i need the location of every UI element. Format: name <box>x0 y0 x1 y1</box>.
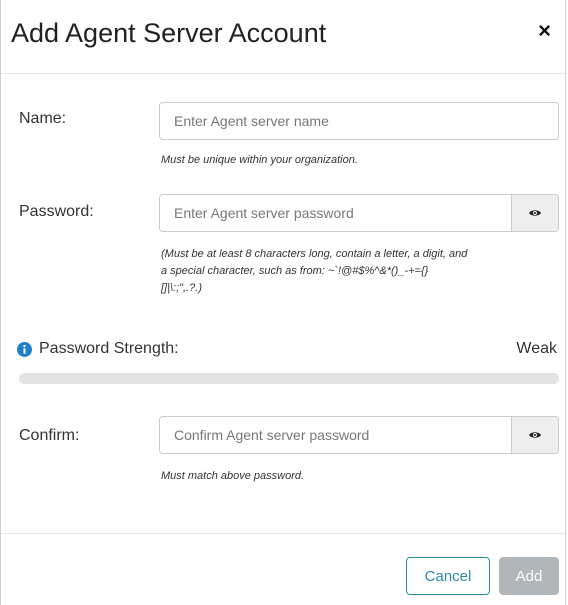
password-hint-line2: a special character, such as from: ~`!@#… <box>161 265 429 277</box>
password-strength-row: Password Strength: Weak <box>17 340 557 360</box>
name-hint: Must be unique within your organization. <box>161 154 358 166</box>
name-input[interactable] <box>159 102 559 140</box>
password-strength-value: Weak <box>516 340 557 357</box>
info-icon <box>17 342 32 357</box>
confirm-label: Confirm: <box>19 427 80 444</box>
password-show-toggle[interactable] <box>512 194 559 232</box>
password-hint-line1: (Must be at least 8 characters long, con… <box>161 248 468 260</box>
eye-icon <box>529 210 541 216</box>
dialog-title: Add Agent Server Account <box>11 18 327 48</box>
add-agent-server-account-dialog: Add Agent Server Account × Name: Must be… <box>0 0 567 605</box>
name-label: Name: <box>19 110 67 127</box>
eye-icon <box>529 432 541 438</box>
confirm-show-toggle[interactable] <box>512 416 559 454</box>
password-label: Password: <box>19 203 94 220</box>
close-button[interactable]: × <box>538 18 551 44</box>
dialog-footer: Cancel Add <box>1 533 567 605</box>
cancel-button[interactable]: Cancel <box>406 557 490 595</box>
password-strength-label: Password Strength: <box>39 340 179 357</box>
confirm-hint: Must match above password. <box>161 470 305 482</box>
password-hint-line3: []|\:;",.?.) <box>161 282 202 294</box>
add-button[interactable]: Add <box>499 557 559 595</box>
confirm-password-input[interactable] <box>159 416 512 454</box>
dialog-header: Add Agent Server Account × <box>1 0 567 74</box>
password-input[interactable] <box>159 194 512 232</box>
password-strength-bar <box>19 373 559 384</box>
